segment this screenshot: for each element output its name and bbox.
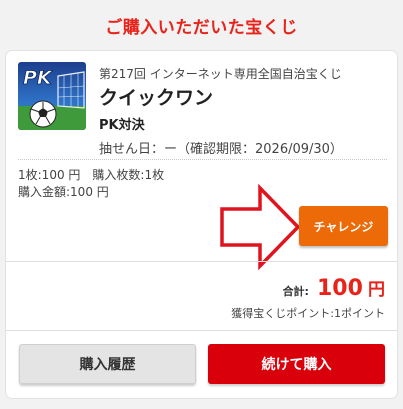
purchase-result-page: ご購入いただいた宝くじ PK 第217回 インターネット専用全国自治宝くじ クイ… <box>0 0 403 409</box>
purchase-history-button[interactable]: 購入履歴 <box>19 344 196 384</box>
purchase-detail-amount: 購入金額:100 円 <box>18 185 109 199</box>
page-title: ご購入いただいた宝くじ <box>105 17 298 38</box>
right-arrow-icon <box>220 184 301 270</box>
total-unit: 円 <box>368 280 385 300</box>
section-divider-bottom <box>6 330 397 331</box>
challenge-button[interactable]: チャレンジ <box>299 206 388 246</box>
total-value: 100 <box>316 276 363 301</box>
total-amount: 100 円 <box>317 275 385 301</box>
continue-purchase-button[interactable]: 続けて購入 <box>208 344 385 384</box>
dotted-divider <box>18 159 387 160</box>
total-row: 合計: 100 円 <box>283 275 385 301</box>
lottery-round: 第217回 インターネット専用全国自治宝くじ <box>99 67 342 81</box>
lottery-variant: PK対決 <box>99 118 145 133</box>
purchased-ticket-card: PK 第217回 インターネット専用全国自治宝くじ クイックワン PK対決 抽せ… <box>5 50 398 399</box>
thumbnail-logo-text: PK <box>23 67 53 89</box>
draw-date: 抽せん日：ー（確認期限：2026/09/30） <box>99 142 343 157</box>
purchase-detail-count: 1枚:100 円 購入枚数:1枚 <box>18 168 165 182</box>
earned-points: 獲得宝くじポイント:1ポイント <box>231 307 385 320</box>
section-divider <box>6 261 397 262</box>
ticket-thumbnail: PK <box>18 62 86 130</box>
lottery-name: クイックワン <box>99 87 214 109</box>
total-label: 合計: <box>282 285 309 298</box>
